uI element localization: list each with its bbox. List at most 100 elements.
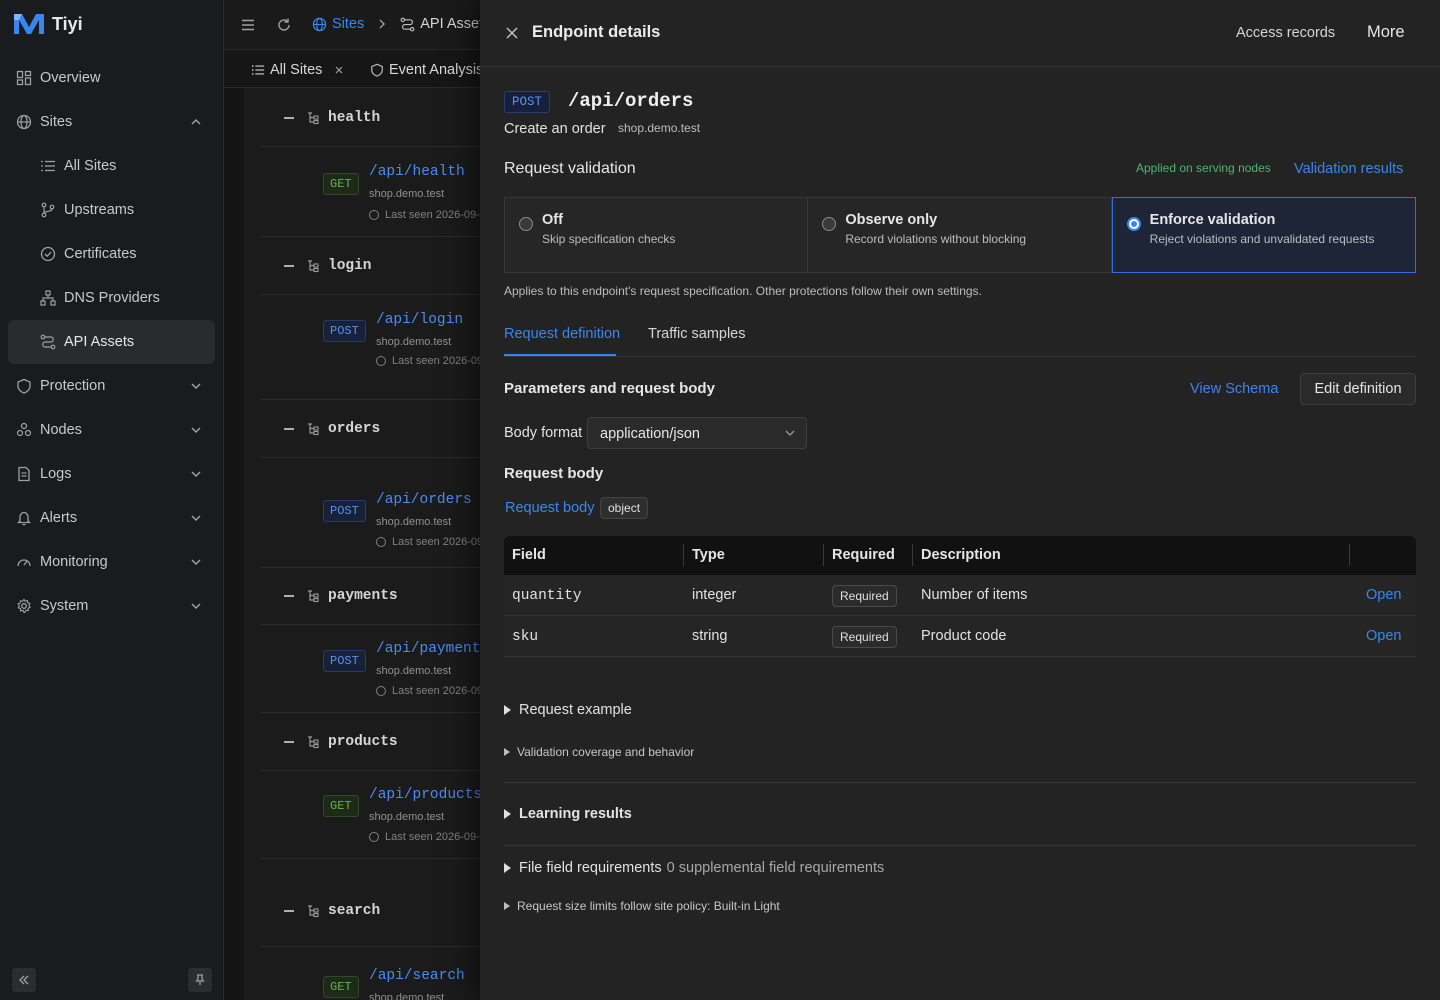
sidebar-item-system[interactable]: System [8,584,215,628]
type-badge: object [600,497,649,519]
mode-radio[interactable] [822,217,837,231]
tab-traffic-samples[interactable]: Traffic samples [648,326,746,342]
sidebar-item-label: DNS Providers [64,290,160,306]
last-seen-text: Last seen 2026-09- [385,831,480,843]
sidebar-item-protection[interactable]: Protection [8,364,215,408]
last-seen-text: Last seen 2026-09 [392,536,480,548]
open-field-link[interactable]: Open [1366,587,1401,603]
column-divider [823,544,824,566]
sidebar-item-all-sites[interactable]: All Sites [8,144,215,188]
group-header[interactable]: health [260,89,480,147]
last-seen: Last seen 2026-09- [369,209,480,221]
group-header[interactable]: products [260,713,480,771]
list-item[interactable]: POST /api/orders shop.demo.test Last see… [260,458,480,568]
group-header[interactable]: login [260,237,480,295]
sidebar-item-nodes[interactable]: Nodes [8,408,215,452]
sidebar-item-logs[interactable]: Logs [8,452,215,496]
mode-off-option[interactable]: Off Skip specification checks [504,197,809,273]
caret-right-icon [504,902,510,910]
view-schema-link[interactable]: View Schema [1190,381,1278,397]
list-item[interactable]: GET /api/products shop.demo.test Last se… [260,771,480,859]
caret-right-icon [504,809,511,819]
validation-note: Applies to this endpoint's request speci… [504,284,982,298]
endpoint-path[interactable]: /api/login [376,312,463,328]
request-example-toggle[interactable]: Request example [504,702,632,718]
check-circle-icon [40,246,56,262]
tab-request-definition[interactable]: Request definition [504,326,620,342]
section-label: Request example [519,702,632,718]
access-records-button[interactable]: Access records [1236,25,1335,41]
more-button[interactable]: More [1367,23,1405,42]
mode-radio[interactable] [519,217,533,231]
mode-subtitle: Reject violations and unvalidated reques… [1149,232,1375,246]
tree-icon [308,422,319,435]
mode-title: Observe only [845,212,938,228]
method-badge: POST [323,650,366,672]
mode-observe-option[interactable]: Observe only Record violations without b… [808,197,1112,273]
method-badge: POST [504,91,551,113]
collapse-icon [284,594,294,597]
sidebar-item-label: Logs [40,466,72,482]
list-item[interactable]: GET /api/search shop.demo.test [260,948,480,1000]
open-field-link[interactable]: Open [1366,628,1401,644]
last-seen: Last seen 2026-09- [369,831,480,843]
tab-event-analysis[interactable]: Event Analysis [370,62,483,78]
tree-icon [308,111,319,124]
sidebar-item-label: All Sites [64,158,117,174]
sidebar-item-certificates[interactable]: Certificates [8,232,215,276]
endpoint-path[interactable]: /api/products [369,787,480,803]
collapse-sidebar-button[interactable] [12,968,36,992]
validation-results-link[interactable]: Validation results [1294,161,1403,177]
request-body-link[interactable]: Request body [505,500,594,516]
tab-all-sites[interactable]: All Sites [251,62,344,78]
mode-enforce-option[interactable]: Enforce validation Reject violations and… [1111,197,1416,273]
list-item[interactable]: GET /api/health shop.demo.test Last seen… [260,147,480,237]
learning-results-toggle[interactable]: Learning results [504,806,632,822]
pin-sidebar-button[interactable] [188,968,212,992]
tree-icon [308,904,319,917]
size-limits-toggle[interactable]: Request size limits follow site policy: … [504,899,780,913]
tab-label: Event Analysis [389,62,484,78]
endpoint-path[interactable]: /api/orders [376,492,472,508]
sidebar-item-alerts[interactable]: Alerts [8,496,215,540]
refresh-icon[interactable] [276,17,292,33]
group-header[interactable]: payments [260,567,480,625]
method-badge: GET [323,795,359,817]
list-item[interactable]: POST /api/payments shop.demo.test Last s… [260,625,480,713]
menu-icon[interactable] [240,17,256,33]
sidebar-item-api-assets[interactable]: API Assets [8,320,215,364]
sidebar-item-upstreams[interactable]: Upstreams [8,188,215,232]
file-field-requirements-toggle[interactable]: File field requirements 0 supplemental f… [504,860,884,876]
breadcrumb-sites[interactable]: Sites [332,16,364,32]
close-icon[interactable] [334,65,344,75]
last-seen: Last seen 2026-09 [376,536,480,548]
sidebar-item-overview[interactable]: Overview [8,56,215,100]
endpoint-path[interactable]: /api/search [369,968,465,984]
edit-definition-button[interactable]: Edit definition [1300,373,1416,405]
table-header: Field Type Required Description [504,536,1416,575]
group-name: health [328,109,381,126]
sidebar-item-sites[interactable]: Sites [8,100,215,144]
group-header[interactable]: search [260,875,480,947]
caret-right-icon [504,863,511,873]
app-logo[interactable]: Tiyi [12,10,83,38]
coverage-toggle[interactable]: Validation coverage and behavior [504,745,694,759]
mode-title: Enforce validation [1149,212,1276,228]
collapse-icon [284,740,294,743]
sidebar-item-monitoring[interactable]: Monitoring [8,540,215,584]
divider [504,782,1416,783]
group-header[interactable]: orders [260,400,480,458]
list-item[interactable]: POST /api/login shop.demo.test Last seen… [260,295,480,400]
endpoint-path[interactable]: /api/payments [376,641,480,657]
close-icon[interactable] [504,25,520,41]
gauge-icon [17,559,31,567]
request-body-title: Request body [504,465,604,482]
sidebar-item-dns-providers[interactable]: DNS Providers [8,276,215,320]
body-format-select[interactable]: application/json [587,417,807,449]
caret-right-icon [504,748,510,756]
field-name: quantity [512,588,582,604]
endpoint-path[interactable]: /api/health [369,164,465,180]
mode-radio[interactable] [1126,217,1141,231]
sidebar-item-label: Upstreams [64,202,135,218]
divider [504,845,1416,846]
